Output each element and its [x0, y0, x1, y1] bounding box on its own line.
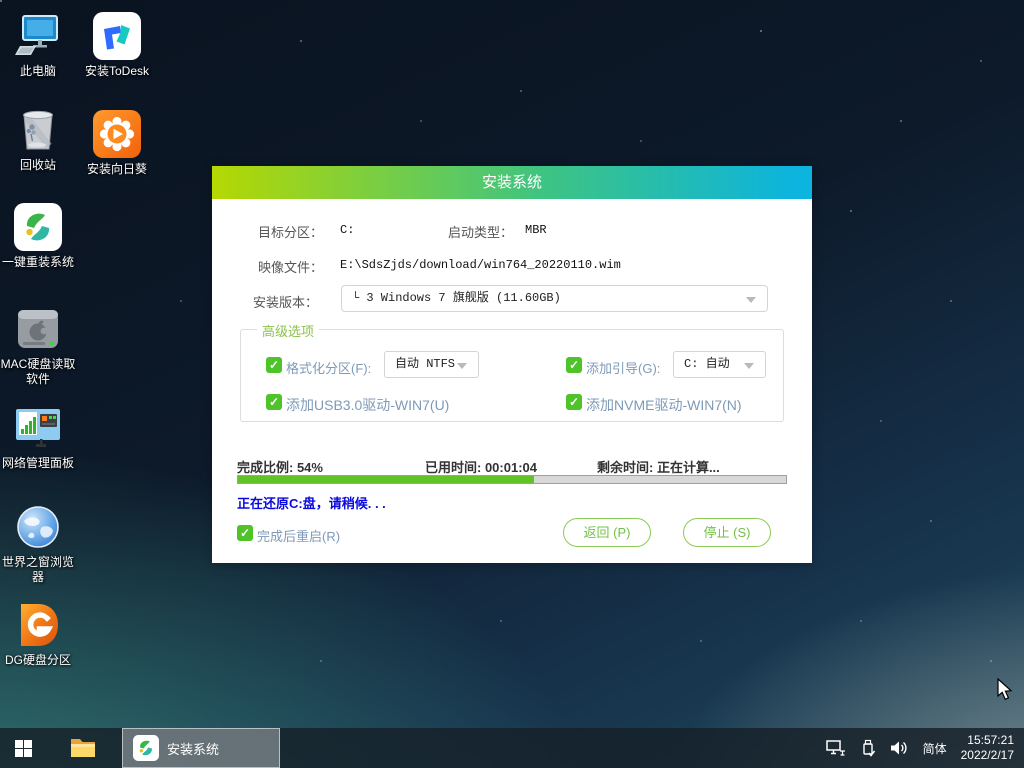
progress-fill: [238, 476, 534, 483]
desktop-icon-label: 世界之窗浏览器: [0, 555, 78, 585]
boot-type-value: MBR: [525, 223, 547, 237]
network-icon[interactable]: [826, 740, 846, 757]
task-label: 安装系统: [167, 739, 219, 758]
desktop-icon-label: 网络管理面板: [0, 456, 78, 471]
desktop-icon-label: 此电脑: [0, 64, 78, 79]
restore-status-text: 正在还原C:盘，请稍候. . .: [237, 493, 386, 512]
todesk-icon: [93, 12, 141, 60]
reboot-after-checkbox[interactable]: [237, 525, 253, 541]
nvme-driver-label: 添加NVME驱动-WIN7(N): [586, 395, 742, 415]
windows-logo-icon: [15, 740, 32, 757]
taskbar: 安装系统 简体 15:57:21 2022/2/17: [0, 728, 1024, 768]
desktop-icon-onekey-reinstall[interactable]: 一键重装系统: [0, 203, 78, 270]
progress-percent-text: 完成比例: 54%: [237, 457, 323, 476]
mac-disk-icon: [14, 305, 62, 353]
dg-partition-icon: [14, 601, 62, 649]
desktop-icon-this-pc[interactable]: 此电脑: [0, 12, 78, 79]
network-panel-icon: [14, 404, 62, 452]
desktop-icon-dg-partition[interactable]: DG硬盘分区: [0, 601, 78, 668]
ime-indicator[interactable]: 简体: [923, 740, 947, 757]
desktop-icon-world-window-browser[interactable]: 世界之窗浏览器: [0, 503, 78, 585]
system-tray: 简体 15:57:21 2022/2/17: [826, 733, 1024, 763]
sunflower-icon: [93, 110, 141, 158]
this-pc-icon: [14, 12, 62, 60]
install-app-icon: [133, 735, 159, 761]
desktop-icon-label: MAC硬盘读取软件: [0, 357, 78, 387]
desktop-icon-sunflower[interactable]: 安装向日葵: [77, 110, 157, 177]
remaining-time-text: 剩余时间: 正在计算...: [597, 457, 720, 476]
desktop-icon-mac-disk[interactable]: MAC硬盘读取软件: [0, 305, 78, 387]
file-explorer-icon: [70, 737, 96, 759]
install-version-label: 安装版本：: [253, 292, 318, 311]
stop-button[interactable]: 停止 (S): [683, 518, 771, 547]
reboot-after-label: 完成后重启(R): [257, 526, 340, 545]
desktop-icon-recycle-bin[interactable]: 回收站: [0, 106, 78, 173]
desktop-icon-todesk[interactable]: 安装ToDesk: [77, 12, 157, 79]
desktop-icon-label: 回收站: [0, 158, 78, 173]
star-field: [0, 0, 2, 2]
add-boot-label: 添加引导(G):: [586, 358, 660, 377]
taskbar-clock[interactable]: 15:57:21 2022/2/17: [961, 733, 1014, 763]
tray-time: 15:57:21: [961, 733, 1014, 748]
desktop-icon-label: 一键重装系统: [0, 255, 78, 270]
dialog-title: 安装系统: [482, 174, 542, 191]
add-boot-value: C: 自动: [684, 357, 730, 371]
chevron-down-icon: [746, 297, 756, 303]
tray-date: 2022/2/17: [961, 748, 1014, 763]
image-file-value: E:\SdsZjds/download/win764_20220110.wim: [340, 258, 621, 272]
onekey-reinstall-icon: [14, 203, 62, 251]
boot-type-label: 启动类型：: [448, 222, 513, 241]
target-partition-value: C:: [340, 223, 354, 237]
volume-icon[interactable]: [890, 740, 909, 756]
target-partition-label: 目标分区：: [258, 222, 323, 241]
install-version-value: └ 3 Windows 7 旗舰版 (11.60GB): [352, 291, 561, 305]
format-partition-dropdown[interactable]: 自动 NTFS: [384, 351, 479, 378]
nvme-driver-checkbox[interactable]: [566, 394, 582, 410]
mouse-cursor: [995, 678, 1015, 701]
desktop-icon-label: 安装ToDesk: [77, 64, 157, 79]
advanced-options-group: 高级选项 格式化分区(F): 自动 NTFS 添加引导(G): C: 自动 添加…: [240, 329, 784, 422]
usb3-driver-checkbox[interactable]: [266, 394, 282, 410]
file-explorer-button[interactable]: [60, 728, 106, 768]
add-boot-dropdown[interactable]: C: 自动: [673, 351, 766, 378]
recycle-bin-icon: [14, 106, 62, 154]
format-partition-label: 格式化分区(F):: [286, 358, 371, 377]
desktop-icon-label: 安装向日葵: [77, 162, 157, 177]
format-partition-checkbox[interactable]: [266, 357, 282, 373]
start-button[interactable]: [0, 728, 46, 768]
desktop-icon-network-panel[interactable]: 网络管理面板: [0, 404, 78, 471]
image-file-label: 映像文件：: [258, 257, 323, 276]
advanced-options-legend: 高级选项: [257, 321, 319, 340]
usb-icon[interactable]: [860, 739, 876, 757]
desktop-icon-label: DG硬盘分区: [0, 653, 78, 668]
install-version-dropdown[interactable]: └ 3 Windows 7 旗舰版 (11.60GB): [341, 285, 768, 312]
format-partition-value: 自动 NTFS: [395, 357, 455, 371]
progress-bar: [237, 475, 787, 484]
back-button[interactable]: 返回 (P): [563, 518, 651, 547]
elapsed-time-text: 已用时间: 00:01:04: [425, 457, 537, 476]
dialog-titlebar: 安装系统: [212, 166, 812, 199]
add-boot-checkbox[interactable]: [566, 357, 582, 373]
usb3-driver-label: 添加USB3.0驱动-WIN7(U): [286, 395, 449, 415]
chevron-down-icon: [744, 363, 754, 369]
install-system-dialog: 安装系统 目标分区： C: 启动类型： MBR 映像文件： E:\SdsZjds…: [212, 166, 812, 563]
chevron-down-icon: [457, 363, 467, 369]
taskbar-task-install-system[interactable]: 安装系统: [122, 728, 280, 768]
world-window-browser-icon: [14, 503, 62, 551]
